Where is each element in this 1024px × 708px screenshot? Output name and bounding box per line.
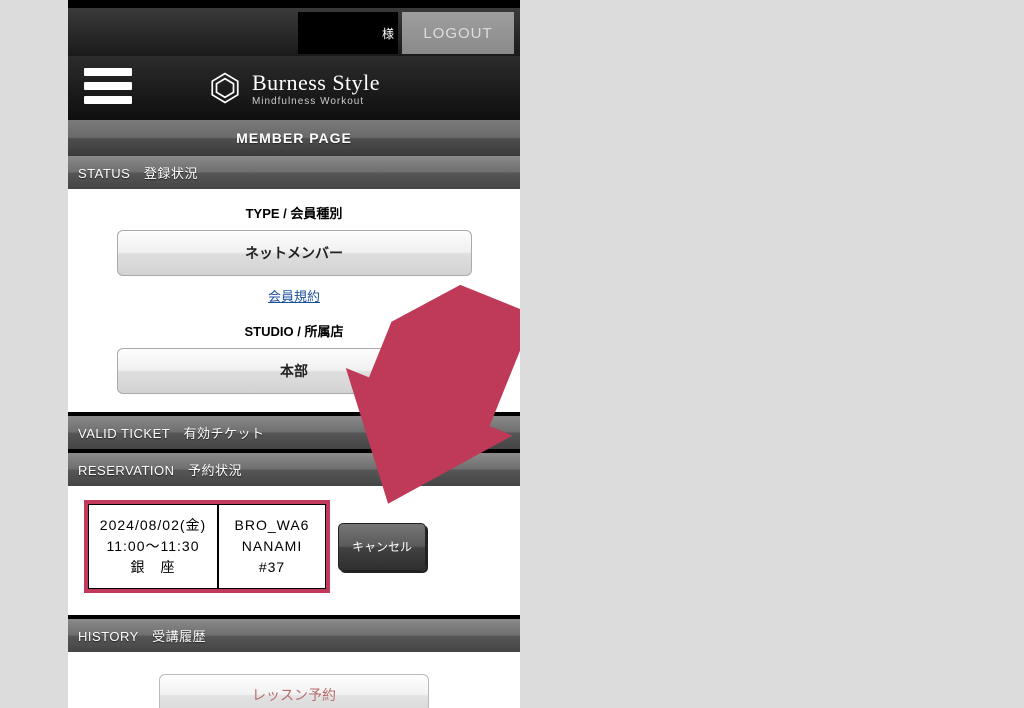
hamburger-icon[interactable]: [82, 64, 134, 108]
reservation-instructor: NANAMI: [225, 536, 319, 557]
studio-label: STUDIO / 所属店: [88, 321, 500, 340]
user-suffix: 様: [382, 25, 394, 42]
lesson-reserve-button[interactable]: レッスン予約: [159, 674, 429, 708]
status-panel: TYPE / 会員種別 ネットメンバー 会員規約 STUDIO / 所属店 本部: [68, 189, 520, 412]
section-reservation-heading: RESERVATION 予約状況: [68, 453, 520, 486]
section-history-heading: HISTORY 受講履歴: [68, 619, 520, 652]
logout-label: LOGOUT: [423, 25, 492, 42]
status-bar: [68, 0, 520, 8]
reservation-class-cell: BRO_WA6 NANAMI #37: [218, 504, 326, 589]
reservation-panel: 2024/08/02(金) 11:00～11:30 銀 座 BRO_WA6 NA…: [68, 486, 520, 615]
terms-link[interactable]: 会員規約: [88, 286, 500, 305]
reservation-row: 2024/08/02(金) 11:00～11:30 銀 座 BRO_WA6 NA…: [84, 500, 330, 593]
cancel-button[interactable]: キャンセル: [338, 523, 426, 571]
brand: Burness Style Mindfulness Workout: [208, 70, 380, 107]
studio-button[interactable]: 本部: [117, 348, 472, 394]
logo-row: Burness Style Mindfulness Workout: [68, 56, 520, 120]
type-label: TYPE / 会員種別: [88, 203, 500, 222]
member-type-button[interactable]: ネットメンバー: [117, 230, 472, 276]
brand-tagline: Mindfulness Workout: [252, 96, 380, 107]
reservation-location: 銀 座: [95, 557, 211, 578]
reservation-class-code: BRO_WA6: [225, 515, 319, 536]
member-type-value: ネットメンバー: [245, 245, 343, 261]
reservation-slot: #37: [225, 557, 319, 578]
reservation-date-cell: 2024/08/02(金) 11:00～11:30 銀 座: [88, 504, 218, 589]
reservation-date: 2024/08/02(金): [95, 515, 211, 536]
lesson-reserve-label: レッスン予約: [252, 687, 336, 703]
terms-link-label: 会員規約: [268, 289, 320, 304]
phone-frame: 様 LOGOUT Burness Style Mindfulness Worko…: [68, 0, 520, 708]
brand-logo-icon: [208, 71, 242, 105]
history-panel: レッスン予約: [68, 652, 520, 708]
page-title: MEMBER PAGE: [68, 120, 520, 156]
section-valid-ticket-heading: VALID TICKET 有効チケット: [68, 416, 520, 449]
reservation-time: 11:00～11:30: [95, 536, 211, 557]
section-status-heading: STATUS 登録状況: [68, 156, 520, 189]
cancel-label: キャンセル: [352, 540, 412, 554]
username-display: 様: [298, 12, 398, 54]
brand-name: Burness Style: [252, 70, 380, 96]
cancel-cell: キャンセル: [330, 523, 434, 571]
logout-button[interactable]: LOGOUT: [402, 12, 514, 54]
top-nav: 様 LOGOUT: [68, 8, 520, 56]
studio-value: 本部: [280, 363, 308, 379]
